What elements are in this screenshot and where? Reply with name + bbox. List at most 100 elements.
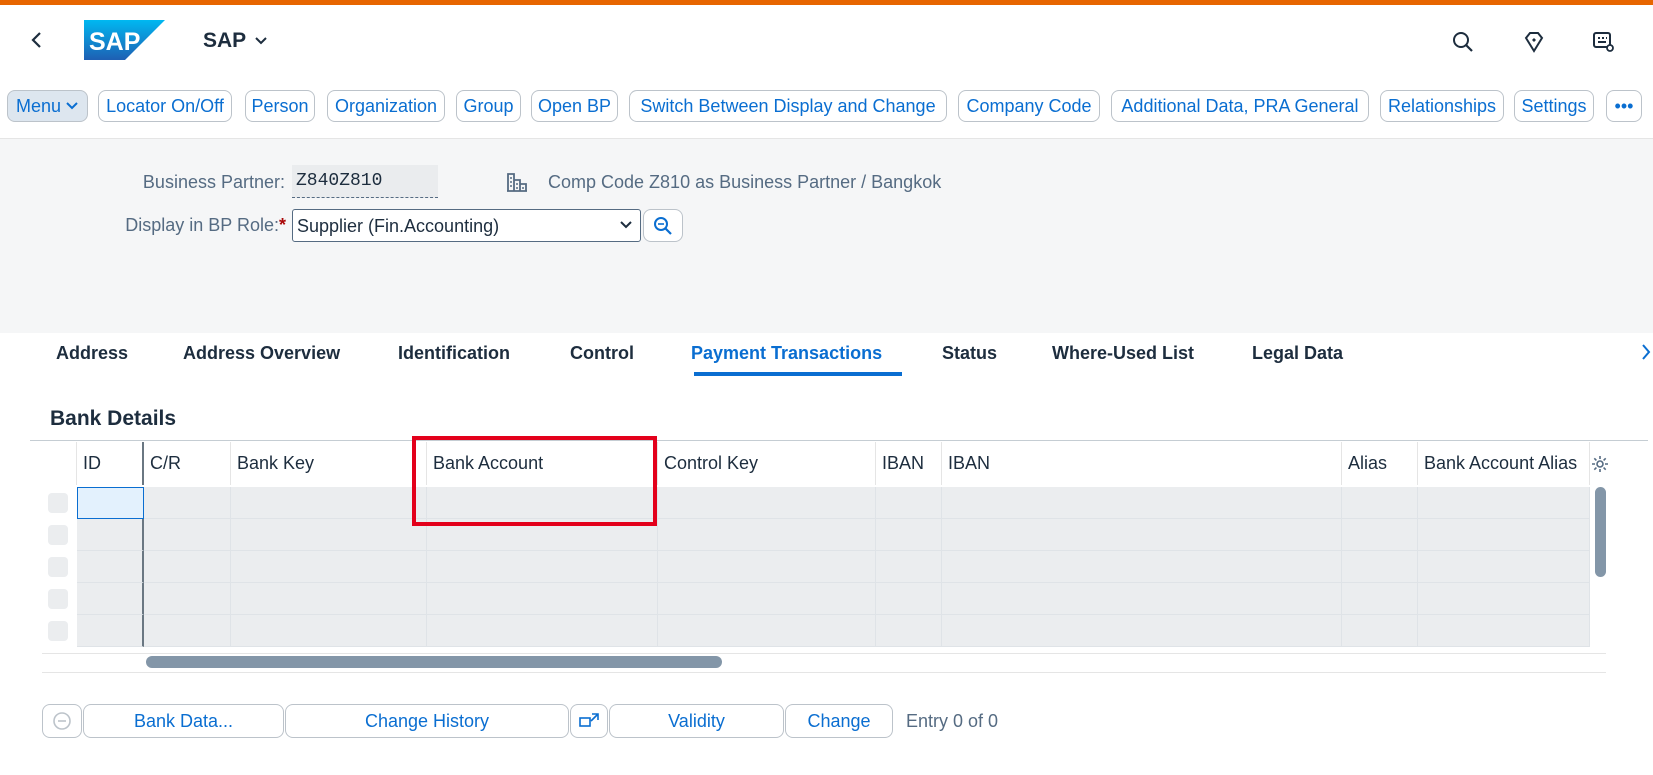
tab-payment-transactions[interactable]: Payment Transactions <box>691 343 882 364</box>
table-cell[interactable] <box>144 583 231 615</box>
role-search-button[interactable] <box>643 209 683 242</box>
bp-number-field[interactable]: Z840Z810 <box>292 165 438 198</box>
table-cell[interactable] <box>77 551 144 583</box>
settings-button[interactable]: Settings <box>1514 90 1594 122</box>
table-cell[interactable] <box>1418 583 1590 615</box>
bank-data-button[interactable]: Bank Data... <box>83 704 284 738</box>
organization-button[interactable]: Organization <box>327 90 445 122</box>
tab-control[interactable]: Control <box>570 343 634 364</box>
switch-display-change-button[interactable]: Switch Between Display and Change <box>629 90 947 122</box>
tab-scroll-right-button[interactable] <box>1639 341 1653 368</box>
table-cell[interactable] <box>876 551 942 583</box>
row-selector[interactable] <box>48 621 68 641</box>
bp-role-select[interactable]: Supplier (Fin.Accounting) <box>292 209 641 242</box>
table-cell[interactable] <box>876 583 942 615</box>
col-control-key[interactable]: Control Key <box>658 442 876 485</box>
tab-status[interactable]: Status <box>942 343 997 364</box>
joule-button[interactable] <box>1518 26 1550 58</box>
table-cell[interactable] <box>1342 519 1418 551</box>
change-history-button[interactable]: Change History <box>285 704 569 738</box>
sap-logo[interactable]: SAP <box>84 20 165 60</box>
table-cell[interactable] <box>876 487 942 519</box>
validity-button[interactable]: Validity <box>609 704 784 738</box>
open-bp-button[interactable]: Open BP <box>531 90 618 122</box>
table-cell[interactable] <box>658 615 876 647</box>
overflow-button[interactable]: ••• <box>1606 90 1642 122</box>
table-cell[interactable] <box>77 583 144 615</box>
vertical-scrollbar[interactable] <box>1595 487 1606 577</box>
table-cell[interactable] <box>77 519 144 551</box>
table-cell[interactable] <box>77 615 144 647</box>
col-id[interactable]: ID <box>77 442 144 485</box>
table-cell[interactable] <box>231 551 427 583</box>
tab-identification[interactable]: Identification <box>398 343 510 364</box>
app-title-menu[interactable]: SAP <box>203 29 268 53</box>
table-cell[interactable] <box>1342 615 1418 647</box>
table-cell[interactable] <box>77 487 144 519</box>
tab-address[interactable]: Address <box>56 343 128 364</box>
table-cell[interactable] <box>427 583 658 615</box>
menu-label: Menu <box>15 95 62 116</box>
keyboard-settings-button[interactable] <box>1587 26 1619 58</box>
expand-button[interactable] <box>570 704 608 738</box>
table-cell[interactable] <box>1342 551 1418 583</box>
table-cell[interactable] <box>427 615 658 647</box>
table-cell[interactable] <box>1418 551 1590 583</box>
table-cell[interactable] <box>658 551 876 583</box>
tab-where-used-list[interactable]: Where-Used List <box>1052 343 1194 364</box>
company-code-button[interactable]: Company Code <box>958 90 1100 122</box>
group-button[interactable]: Group <box>456 90 521 122</box>
table-cell[interactable] <box>144 487 231 519</box>
table-cell[interactable] <box>658 519 876 551</box>
row-selector[interactable] <box>48 557 68 577</box>
locator-toggle-button[interactable]: Locator On/Off <box>98 90 232 122</box>
table-cell[interactable] <box>942 583 1342 615</box>
row-selector[interactable] <box>48 589 68 609</box>
search-button[interactable] <box>1447 26 1479 58</box>
table-cell[interactable] <box>942 487 1342 519</box>
table-cell[interactable] <box>942 615 1342 647</box>
table-cell[interactable] <box>1418 615 1590 647</box>
table-cell[interactable] <box>231 487 427 519</box>
back-button[interactable] <box>22 25 52 55</box>
table-cell[interactable] <box>144 519 231 551</box>
table-cell[interactable] <box>1418 487 1590 519</box>
table-cell[interactable] <box>658 487 876 519</box>
delete-row-button[interactable] <box>42 704 82 738</box>
bp-description: Comp Code Z810 as Business Partner / Ban… <box>548 172 942 192</box>
table-cell[interactable] <box>942 551 1342 583</box>
table-cell[interactable] <box>427 519 658 551</box>
table-cell[interactable] <box>1418 519 1590 551</box>
table-cell[interactable] <box>427 487 658 519</box>
table-settings-icon[interactable] <box>1591 455 1609 473</box>
table-cell[interactable] <box>144 615 231 647</box>
table-cell[interactable] <box>144 551 231 583</box>
row-selector[interactable] <box>48 493 68 513</box>
relationships-button[interactable]: Relationships <box>1380 90 1504 122</box>
table-cell[interactable] <box>876 615 942 647</box>
table-cell[interactable] <box>231 519 427 551</box>
row-selector[interactable] <box>48 525 68 545</box>
tab-legal-data[interactable]: Legal Data <box>1252 343 1343 364</box>
tab-address-overview[interactable]: Address Overview <box>183 343 340 364</box>
table-cell[interactable] <box>1342 583 1418 615</box>
menu-button[interactable]: Menu <box>7 90 88 122</box>
table-cell[interactable] <box>231 615 427 647</box>
table-cell[interactable] <box>1342 487 1418 519</box>
table-cell[interactable] <box>876 519 942 551</box>
horizontal-scrollbar[interactable] <box>146 656 722 668</box>
col-cr[interactable]: C/R <box>144 442 231 485</box>
col-bank-account-alias[interactable]: Bank Account Alias <box>1418 442 1590 485</box>
col-alias[interactable]: Alias <box>1342 442 1418 485</box>
table-cell[interactable] <box>427 551 658 583</box>
col-bank-key[interactable]: Bank Key <box>231 442 427 485</box>
table-cell[interactable] <box>942 519 1342 551</box>
additional-data-button[interactable]: Additional Data, PRA General <box>1111 90 1369 122</box>
col-bank-account[interactable]: Bank Account <box>427 442 658 485</box>
table-cell[interactable] <box>231 583 427 615</box>
change-button[interactable]: Change <box>785 704 893 738</box>
person-button[interactable]: Person <box>245 90 315 122</box>
table-cell[interactable] <box>658 583 876 615</box>
col-iban-1[interactable]: IBAN <box>876 442 942 485</box>
col-iban-2[interactable]: IBAN <box>942 442 1342 485</box>
